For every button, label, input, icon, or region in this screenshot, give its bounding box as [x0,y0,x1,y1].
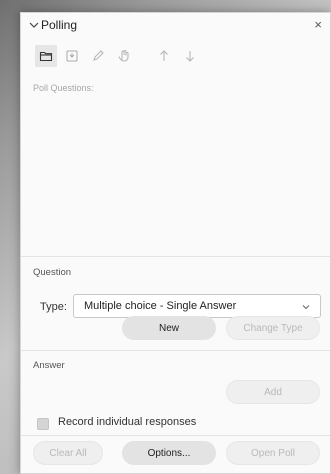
download-icon [66,50,78,62]
question-type-select[interactable]: Multiple choice - Single Answer [73,294,321,318]
poll-questions-label: Poll Questions: [33,83,94,93]
panel-titlebar: Polling × [21,13,330,39]
save-poll-button[interactable] [61,45,83,67]
arrow-down-icon [186,51,194,62]
poll-toolbar [21,45,330,67]
hand-icon [118,50,129,62]
record-responses-label: Record individual responses [58,416,197,428]
divider [21,256,330,257]
arrow-up-icon [160,50,168,61]
folder-icon [39,51,53,62]
pencil-icon [93,50,104,61]
question-section-title: Question [33,267,72,278]
edit-question-button[interactable] [87,45,109,67]
new-question-button[interactable]: New [122,316,216,340]
divider [21,350,330,351]
hand-tool-button[interactable] [113,45,135,67]
close-icon[interactable]: × [314,17,322,33]
move-down-button[interactable] [179,45,201,67]
answer-section-title: Answer [33,360,65,371]
add-answer-button[interactable]: Add [226,380,320,404]
open-poll-file-button[interactable] [35,45,57,67]
record-responses-checkbox[interactable] [37,418,49,430]
open-poll-button[interactable]: Open Poll [226,441,320,465]
clear-all-button[interactable]: Clear All [33,441,103,465]
change-type-button[interactable]: Change Type [226,316,320,340]
polling-panel: Polling × Poll Questions: Question Type:… [20,12,331,474]
move-up-button[interactable] [153,45,175,67]
divider [21,435,330,436]
chevron-down-icon[interactable] [29,20,39,30]
options-button[interactable]: Options... [122,441,216,465]
panel-title: Polling [41,18,78,32]
question-type-value: Multiple choice - Single Answer [84,300,237,312]
chevron-down-icon [302,305,310,310]
type-label: Type: [40,301,67,313]
